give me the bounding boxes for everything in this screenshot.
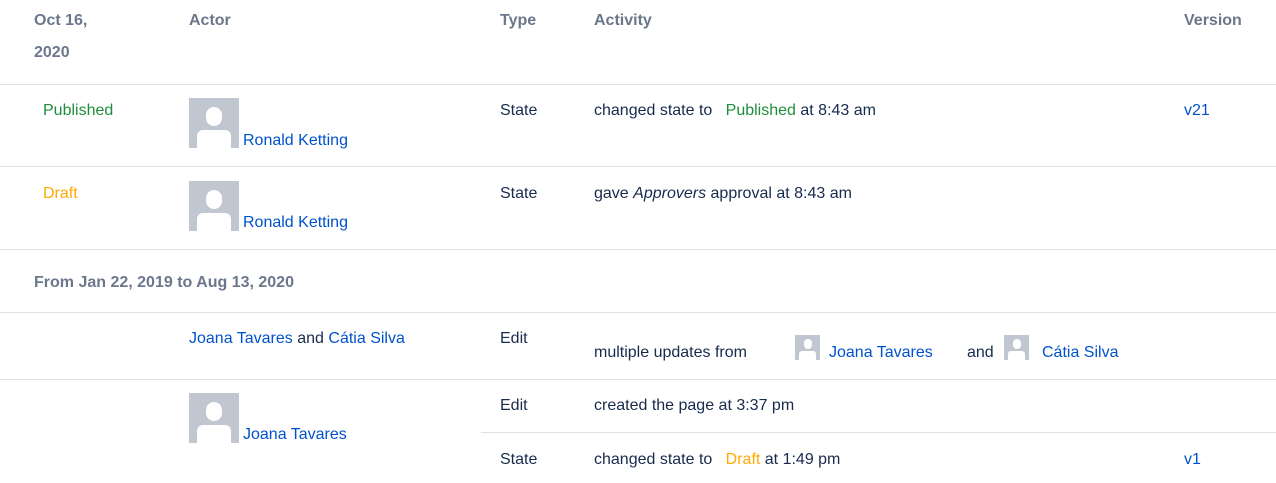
date-header-line1: Oct 16, (34, 12, 88, 29)
actor-cell: Joana Tavares and Cátia Silva (189, 330, 405, 348)
activity-cell: changed state to Draft at 1:49 pm (594, 451, 840, 469)
user-icon (206, 402, 222, 421)
state-badge-draft: Draft (43, 185, 78, 202)
type-cell: Edit (500, 330, 528, 347)
activity-time: approval at 8:43 am (710, 185, 852, 202)
state-label: Published (725, 102, 796, 119)
type-cell: State (500, 185, 538, 202)
activity-column-header: Activity (594, 12, 652, 29)
actor-column-header: Actor (189, 12, 231, 29)
actor-link[interactable]: Joana Tavares (189, 330, 293, 347)
activity-cell: gave Approvers approval at 8:43 am (594, 185, 852, 203)
version-link[interactable]: v21 (1184, 102, 1210, 120)
date-range-header: From Jan 22, 2019 to Aug 13, 2020 (34, 274, 294, 291)
user-icon (804, 339, 812, 349)
user-link[interactable]: Cátia Silva (1042, 344, 1118, 362)
user-link[interactable]: Joana Tavares (829, 344, 933, 362)
user-icon (206, 190, 222, 209)
avatar[interactable] (189, 181, 239, 231)
actor-link[interactable]: Ronald Ketting (243, 132, 348, 150)
activity-time: at 8:43 am (800, 102, 876, 119)
type-cell: State (500, 102, 538, 119)
activity-text: changed state to (594, 451, 713, 468)
divider (0, 166, 1276, 167)
actor-link[interactable]: Joana Tavares (243, 426, 347, 444)
type-column-header: Type (500, 12, 537, 29)
activity-cell: created the page at 3:37 pm (594, 397, 795, 414)
actor-link[interactable]: Cátia Silva (328, 330, 404, 347)
state-badge-published: Published (43, 102, 114, 119)
type-cell: Edit (500, 397, 528, 414)
avatar[interactable] (189, 98, 239, 148)
activity-text: changed state to (594, 102, 713, 119)
and-text: and (297, 330, 324, 347)
actor-link[interactable]: Ronald Ketting (243, 214, 348, 232)
divider (0, 84, 1276, 85)
date-header-line2: 2020 (34, 44, 70, 61)
user-icon (206, 107, 222, 126)
activity-time: at 1:49 pm (764, 451, 841, 468)
avatar[interactable] (1004, 335, 1029, 360)
avatar[interactable] (795, 335, 820, 360)
avatar[interactable] (189, 393, 239, 443)
state-label: Draft (725, 451, 761, 468)
divider (0, 379, 1276, 380)
divider (0, 249, 1276, 250)
type-cell: State (500, 451, 538, 468)
page-history-table: Oct 16, 2020 Actor Type Activity Version… (0, 0, 1276, 483)
user-icon (1013, 339, 1021, 349)
activity-cell: changed state to Published at 8:43 am (594, 102, 876, 120)
divider (0, 312, 1276, 313)
version-link[interactable]: v1 (1184, 451, 1201, 469)
activity-text: multiple updates from (594, 344, 747, 361)
and-text: and (967, 344, 994, 361)
divider (481, 432, 1276, 433)
version-column-header: Version (1184, 12, 1242, 29)
activity-text: gave (594, 185, 629, 202)
approvers-label: Approvers (633, 185, 707, 202)
